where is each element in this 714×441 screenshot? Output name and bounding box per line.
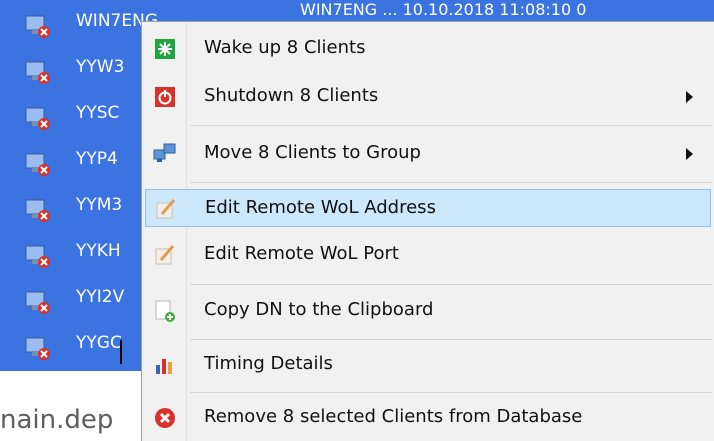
menu-item-label: Shutdown 8 Clients — [204, 85, 379, 106]
menu-item-label: Move 8 Clients to Group — [204, 142, 421, 163]
edit-icon — [153, 243, 177, 267]
menu-item-label: Remove 8 selected Clients from Database — [204, 406, 583, 427]
remove-icon — [153, 406, 177, 430]
menu-item-copy-dn[interactable]: Copy DN to the Clipboard — [145, 292, 711, 330]
menu-item-label: Copy DN to the Clipboard — [204, 299, 434, 320]
client-name: YYSC — [76, 103, 120, 123]
menu-item-wake-up[interactable]: Wake up 8 Clients — [145, 30, 711, 68]
client-name: YYM3 — [76, 195, 123, 215]
client-name: YYW3 — [76, 57, 125, 77]
context-menu[interactable]: Wake up 8 Clients Shutdown 8 Clients Mov… — [141, 21, 714, 441]
wake-icon — [153, 37, 177, 61]
menu-item-shutdown[interactable]: Shutdown 8 Clients — [145, 78, 711, 116]
menu-item-label: Wake up 8 Clients — [204, 37, 366, 58]
menu-separator — [190, 392, 712, 393]
submenu-arrow-icon — [686, 148, 693, 160]
client-computer-icon — [24, 60, 52, 86]
client-computer-icon — [24, 290, 52, 316]
client-computer-icon — [24, 198, 52, 224]
menu-item-label: Timing Details — [204, 353, 333, 374]
copy-add-icon — [153, 299, 177, 323]
submenu-arrow-icon — [686, 91, 693, 103]
client-name: YYI2V — [76, 287, 125, 307]
menu-separator — [190, 284, 712, 285]
menu-item-edit-remote-wol-address[interactable]: Edit Remote WoL Address — [145, 189, 711, 227]
power-icon — [153, 85, 177, 109]
menu-separator — [190, 125, 712, 126]
client-computer-icon — [24, 244, 52, 270]
client-computer-icon — [24, 106, 52, 132]
menu-item-timing-details[interactable]: Timing Details — [145, 346, 711, 384]
menu-separator — [190, 339, 712, 340]
menu-item-move-to-group[interactable]: Move 8 Clients to Group — [145, 135, 711, 173]
client-name: YYKH — [76, 241, 121, 261]
menu-item-label: Edit Remote WoL Address — [205, 197, 436, 218]
chart-icon — [153, 353, 177, 377]
network-move-icon — [153, 142, 177, 166]
menu-item-label: Edit Remote WoL Port — [204, 243, 399, 264]
domain-text: nain.dep — [0, 405, 114, 435]
menu-separator — [190, 182, 712, 183]
menu-item-edit-remote-wol-port[interactable]: Edit Remote WoL Port — [145, 236, 711, 274]
menu-item-remove-clients[interactable]: Remove 8 selected Clients from Database — [145, 399, 711, 437]
client-computer-icon — [24, 152, 52, 178]
focus-marker — [0, 340, 122, 364]
client-computer-icon — [24, 14, 52, 40]
edit-icon — [154, 197, 178, 221]
client-name: YYP4 — [76, 149, 118, 169]
